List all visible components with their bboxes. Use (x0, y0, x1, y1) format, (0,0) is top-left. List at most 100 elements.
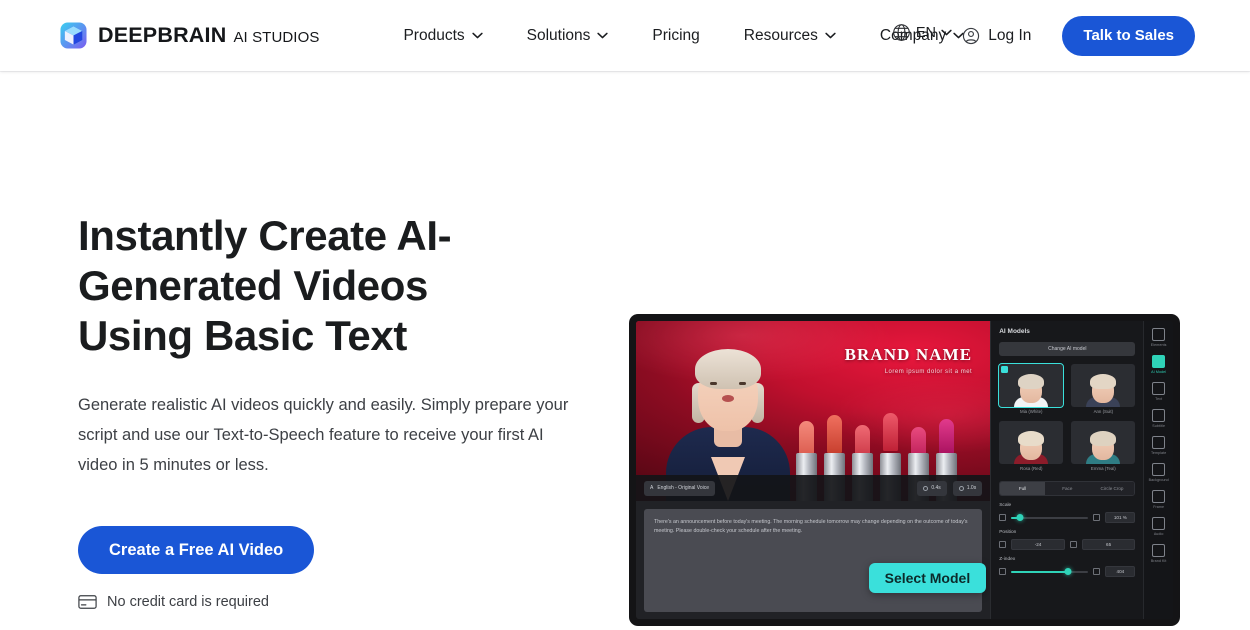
rail-item-background[interactable]: Background (1146, 461, 1172, 484)
model-card[interactable]: Mia (White) (998, 363, 1065, 414)
elements-icon (1152, 328, 1166, 341)
zindex-value[interactable]: 404 (1105, 566, 1136, 577)
duration-chip[interactable]: 1.0s (952, 480, 983, 496)
product-preview[interactable]: BRAND NAME Lorem ipsum dolor sit a met A… (629, 314, 1180, 626)
brand-title-text: BRAND NAME (844, 345, 973, 364)
login-label: Log In (988, 26, 1032, 44)
rail-label: Elements (1150, 343, 1167, 347)
scale-value[interactable]: 101 % (1105, 512, 1136, 523)
voice-language-label: English - Original Voice (657, 485, 710, 491)
script-editor[interactable]: There's an announcement before today's m… (644, 509, 983, 612)
position-x-icon (999, 541, 1007, 548)
duration-label: 1.0s (966, 485, 977, 491)
login-link[interactable]: Log In (962, 27, 1031, 45)
scale-small-icon (999, 514, 1007, 521)
model-card[interactable]: Emma (Teal) (1071, 421, 1136, 471)
model-label: Ann (Suit) (1093, 409, 1114, 414)
audio-icon (1152, 517, 1166, 530)
tab-circle-crop[interactable]: Circle Crop (1089, 482, 1135, 495)
model-card[interactable]: Ann (Suit) (1071, 364, 1136, 414)
rail-label: Brand Kit (1150, 559, 1167, 563)
brand-tagline-text: Lorem ipsum dolor sit a met (884, 369, 973, 375)
duration-label: 0.4s (931, 485, 941, 491)
scale-label: Scale (999, 503, 1012, 508)
duration-chip[interactable]: 0.4s (917, 480, 947, 496)
nav-item-resources[interactable]: Resources (722, 16, 858, 56)
talk-to-sales-button[interactable]: Talk to Sales (1062, 15, 1195, 56)
rail-label: AI Model (1151, 370, 1167, 374)
nav-label: Solutions (526, 26, 591, 44)
rail-label: Frame (1153, 505, 1165, 509)
position-control: Position -24 65 (999, 530, 1136, 550)
nav-item-pricing[interactable]: Pricing (630, 16, 721, 56)
cube-logo-icon (60, 22, 87, 49)
script-text: There's an announcement before today's m… (654, 519, 968, 534)
position-x-field[interactable]: -24 (1011, 539, 1065, 550)
zindex-control: Z-index 404 (999, 557, 1136, 577)
select-model-tooltip: Select Model (868, 563, 987, 593)
rail-item-audio[interactable]: Audio (1146, 515, 1172, 538)
clock-icon (923, 485, 929, 491)
zindex-slider[interactable] (1011, 568, 1089, 576)
scale-slider[interactable] (1011, 514, 1089, 522)
subtitle-icon (1152, 409, 1166, 422)
rail-label: Subtitle (1152, 424, 1166, 428)
rail-item-text[interactable]: Text (1146, 380, 1172, 403)
credit-card-icon (78, 595, 97, 609)
model-grid: Mia (White) Ann (Suit) Rosa (Red) Emma (… (998, 363, 1136, 471)
globe-icon (892, 23, 911, 42)
panel-title: AI Models (999, 328, 1030, 335)
rail-label: Background (1148, 478, 1169, 482)
language-selector[interactable]: EN (892, 23, 952, 42)
tab-face[interactable]: Face (1044, 482, 1090, 495)
nav-label: Products (403, 26, 465, 44)
studio-editor-mock: BRAND NAME Lorem ipsum dolor sit a met A… (636, 321, 1173, 619)
video-stage[interactable]: BRAND NAME Lorem ipsum dolor sit a met A… (636, 321, 991, 501)
model-label: Emma (Teal) (1090, 466, 1116, 471)
zindex-label: Z-index (999, 557, 1016, 562)
position-y-icon (1069, 541, 1077, 548)
scale-large-icon (1093, 514, 1101, 521)
ai-models-panel: AI Models Change AI model Mia (White) An… (990, 321, 1144, 619)
nav-label: Pricing (652, 26, 700, 44)
template-icon (1152, 436, 1166, 449)
position-y-field[interactable]: 65 (1081, 539, 1136, 550)
clock-icon (958, 485, 964, 491)
rail-item-ai-model[interactable]: AI Model (1146, 353, 1172, 376)
editor-canvas-area: BRAND NAME Lorem ipsum dolor sit a met A… (636, 321, 991, 619)
model-card[interactable]: Rosa (Red) (999, 421, 1064, 471)
nav-item-products[interactable]: Products (381, 16, 504, 56)
site-header: DEEPBRAIN AI STUDIOS Products Solutions … (0, 0, 1250, 71)
create-free-ai-video-button[interactable]: Create a Free AI Video (78, 526, 315, 574)
page-title: Instantly Create AI-Generated Videos Usi… (78, 212, 452, 359)
frame-icon (1152, 490, 1166, 503)
rail-item-template[interactable]: Template (1146, 434, 1172, 457)
brand-name: DEEPBRAIN (98, 23, 227, 47)
header-actions: EN Log In Talk to Sales (893, 0, 1250, 71)
rail-item-subtitle[interactable]: Subtitle (1146, 407, 1172, 430)
language-label: EN (915, 24, 936, 41)
check-icon (1001, 366, 1009, 373)
brand-subtitle: AI STUDIOS (233, 29, 320, 46)
tab-full[interactable]: Full (1000, 482, 1045, 495)
chevron-down-icon (597, 32, 609, 39)
chevron-down-icon (471, 32, 483, 39)
rail-item-elements[interactable]: Elements (1146, 326, 1172, 349)
hero-subtitle: Generate realistic AI videos quickly and… (78, 396, 569, 474)
nav-label: Resources (743, 26, 818, 44)
user-circle-icon (962, 27, 980, 45)
no-credit-card-label: No credit card is required (107, 594, 269, 610)
zindex-front-icon (1093, 568, 1101, 575)
change-ai-model-button[interactable]: Change AI model (999, 342, 1136, 356)
hero-copy: Instantly Create AI-Generated Videos Usi… (78, 71, 618, 610)
voice-language-pill[interactable]: A English - Original Voice (644, 480, 716, 496)
rail-item-frame[interactable]: Frame (1146, 488, 1172, 511)
duration-chips: 0.4s 1.0s (917, 480, 983, 496)
rail-item-brand-kit[interactable]: Brand Kit (1146, 542, 1172, 565)
translate-icon: A (650, 485, 654, 491)
no-credit-card-note: No credit card is required (78, 594, 618, 610)
nav-item-solutions[interactable]: Solutions (505, 16, 631, 56)
scale-control: Scale 101 % (999, 503, 1136, 523)
model-label: Rosa (Red) (1020, 466, 1043, 471)
brand-logo[interactable]: DEEPBRAIN AI STUDIOS (60, 22, 319, 49)
